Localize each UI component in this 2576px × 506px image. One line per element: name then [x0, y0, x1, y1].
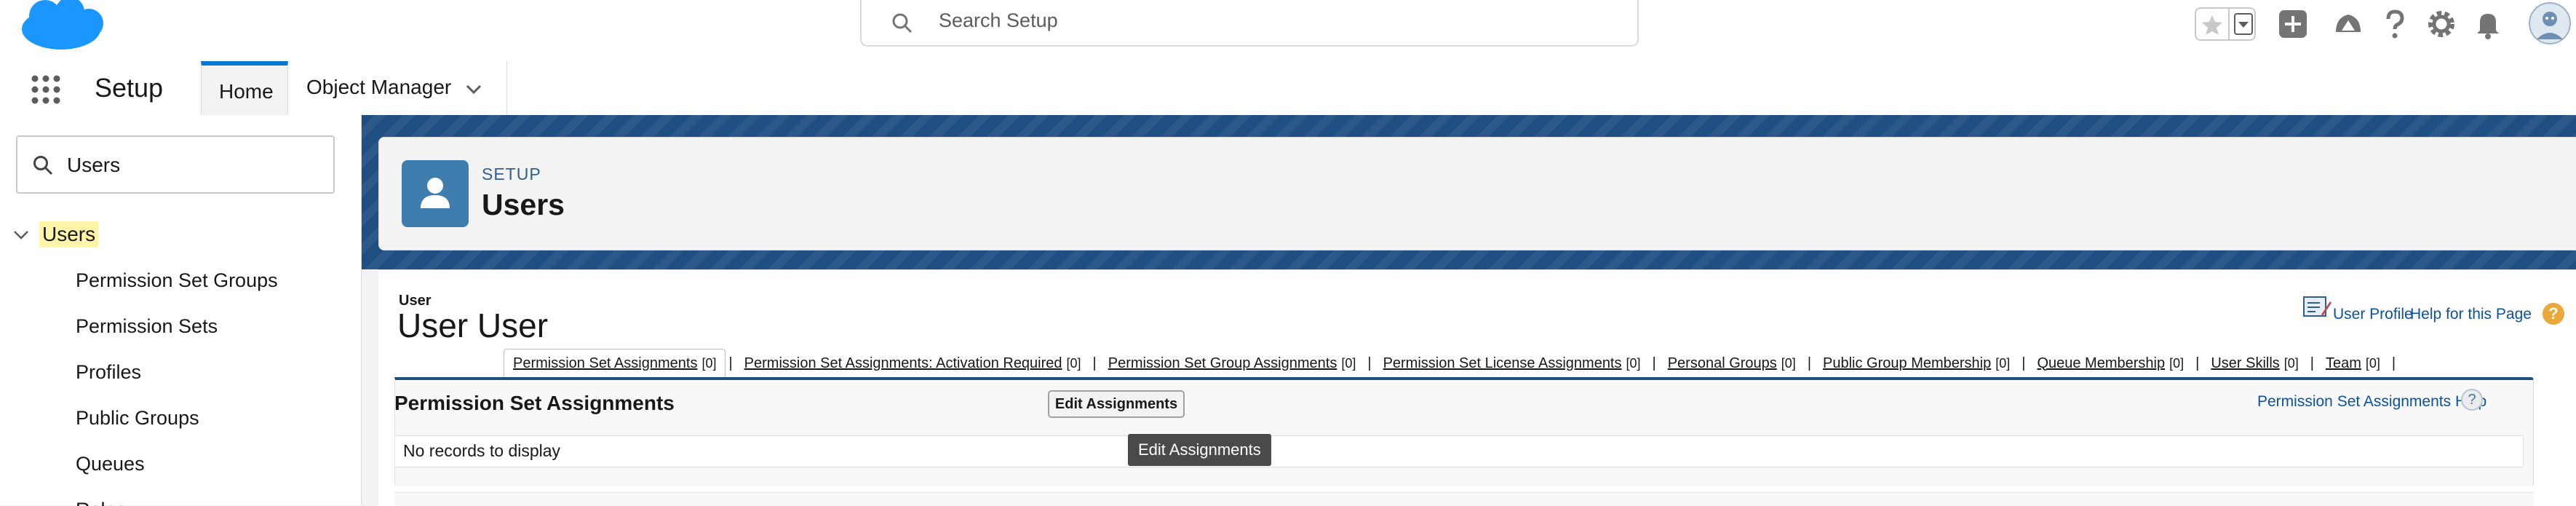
- related-link-label[interactable]: Permission Set License Assignments: [1383, 355, 1622, 372]
- app-launcher-icon[interactable]: [29, 73, 63, 106]
- global-search[interactable]: Search Setup: [860, 0, 1639, 47]
- related-list-title: Permission Set Assignments: [394, 392, 675, 414]
- help-question-icon[interactable]: ?: [2543, 303, 2564, 325]
- page-title: Users: [482, 188, 565, 221]
- star-icon[interactable]: [2201, 13, 2224, 36]
- link-separator: |: [2391, 355, 2396, 371]
- related-link-count: [0]: [1995, 355, 2011, 371]
- related-link-permission-set-assignments[interactable]: Permission Set Assignments [0]: [504, 348, 726, 379]
- tab-home-label: Home: [219, 80, 274, 103]
- sidebar-item-permission-set-groups[interactable]: Permission Set Groups: [76, 269, 278, 292]
- related-link-count: [0]: [1066, 355, 1081, 371]
- trailhead-icon[interactable]: [2331, 7, 2365, 41]
- user-name-title: User User: [397, 307, 549, 344]
- no-records-text: No records to display: [403, 441, 561, 460]
- related-link-personal-groups[interactable]: Personal Groups [0]: [1659, 349, 1805, 378]
- page-kicker: SETUP: [482, 165, 541, 183]
- user-avatar[interactable]: [2528, 1, 2572, 45]
- sidebar-item-permission-sets[interactable]: Permission Sets: [76, 315, 218, 338]
- search-placeholder: Search Setup: [939, 9, 1058, 31]
- related-link-count: [0]: [701, 356, 717, 371]
- global-header: Search Setup: [0, 0, 2576, 62]
- related-link-label[interactable]: Personal Groups: [1668, 355, 1777, 372]
- caret-down-icon: [2238, 22, 2249, 28]
- user-icon: [421, 178, 450, 208]
- help-for-this-page-link[interactable]: Help for this Page: [2410, 306, 2532, 323]
- setup-sidebar: Users Permission Set Groups Permission S…: [0, 115, 362, 506]
- user-profile-icon: [2303, 296, 2331, 317]
- related-link-count: [0]: [1341, 355, 1356, 371]
- related-link-label[interactable]: User Skills: [2211, 355, 2279, 372]
- quick-find-input[interactable]: [65, 149, 330, 182]
- related-link-user-skills[interactable]: User Skills [0]: [2202, 349, 2307, 378]
- related-link-label[interactable]: Public Group Membership: [1823, 355, 1991, 372]
- sidebar-item-profiles[interactable]: Profiles: [76, 361, 141, 384]
- search-icon: [33, 156, 53, 175]
- quick-find-box[interactable]: [16, 135, 335, 194]
- link-separator: |: [2310, 355, 2314, 371]
- related-link-permission-set-license-assignments[interactable]: Permission Set License Assignments [0]: [1375, 349, 1650, 378]
- gear-icon[interactable]: [2425, 7, 2458, 41]
- link-separator: |: [2022, 355, 2026, 371]
- related-link-team[interactable]: Team [0]: [2317, 349, 2389, 378]
- related-link-public-group-membership[interactable]: Public Group Membership [0]: [1814, 349, 2019, 378]
- tab-object-manager-label: Object Manager: [306, 76, 452, 98]
- edit-assignments-tooltip: Edit Assignments: [1128, 434, 1271, 466]
- related-link-permission-set-assignments-activation[interactable]: Permission Set Assignments: Activation R…: [736, 349, 1090, 378]
- add-icon[interactable]: [2276, 7, 2310, 41]
- link-separator: |: [1807, 355, 1812, 371]
- chevron-down-icon[interactable]: [464, 79, 484, 99]
- notification-bell-icon[interactable]: [2471, 7, 2505, 41]
- permission-set-assignments-related-list: [394, 377, 2534, 486]
- related-link-count: [0]: [1626, 355, 1641, 371]
- favorites-divider: [2228, 9, 2230, 39]
- related-link-label[interactable]: Permission Set Assignments: [513, 355, 697, 372]
- related-link-permission-set-group-assignments[interactable]: Permission Set Group Assignments [0]: [1100, 349, 1365, 378]
- related-link-count: [0]: [1781, 355, 1796, 371]
- related-list-links: Permission Set Assignments [0] | Permiss…: [504, 348, 2398, 379]
- chevron-down-icon[interactable]: [12, 226, 31, 245]
- link-separator: |: [2195, 355, 2200, 371]
- related-link-label[interactable]: Queue Membership: [2037, 355, 2165, 372]
- tab-home[interactable]: Home: [201, 61, 288, 115]
- related-link-label[interactable]: Permission Set Assignments: Activation R…: [744, 355, 1062, 372]
- user-profile-link[interactable]: User Profile: [2333, 306, 2413, 323]
- empty-records-row: [394, 435, 2524, 467]
- favorites-dropdown[interactable]: [2234, 13, 2253, 35]
- link-separator: |: [728, 355, 733, 371]
- users-header-icon: [402, 160, 469, 227]
- favorites-group: [2195, 7, 2256, 41]
- related-link-count: [0]: [2283, 355, 2299, 371]
- link-separator: |: [1092, 355, 1097, 371]
- related-link-queue-membership[interactable]: Queue Membership [0]: [2028, 349, 2193, 378]
- link-separator: |: [1652, 355, 1656, 371]
- help-question-icon[interactable]: ?: [2461, 389, 2483, 411]
- edit-assignments-button[interactable]: Edit Assignments: [1048, 390, 1185, 418]
- sidebar-tree-users[interactable]: Users: [39, 221, 99, 248]
- page-header-card: [378, 137, 2576, 250]
- help-icon[interactable]: [2378, 7, 2412, 41]
- related-link-count: [0]: [2169, 355, 2185, 371]
- sidebar-item-public-groups[interactable]: Public Groups: [76, 407, 199, 430]
- related-link-label[interactable]: Permission Set Group Assignments: [1108, 355, 1337, 372]
- app-name: Setup: [95, 73, 164, 103]
- next-section-strip: [394, 492, 2534, 506]
- permission-set-assignments-help-link[interactable]: Permission Set Assignments Help: [2257, 393, 2486, 411]
- salesforce-logo[interactable]: [19, 0, 105, 52]
- related-link-count: [0]: [2365, 355, 2380, 371]
- link-separator: |: [1367, 355, 1372, 371]
- search-icon: [892, 13, 913, 33]
- app-navigation: Setup Home Object Manager: [0, 61, 2576, 116]
- sidebar-item-queues[interactable]: Queues: [76, 453, 145, 475]
- tab-object-manager[interactable]: Object Manager: [289, 61, 507, 115]
- related-link-label[interactable]: Team: [2326, 355, 2361, 372]
